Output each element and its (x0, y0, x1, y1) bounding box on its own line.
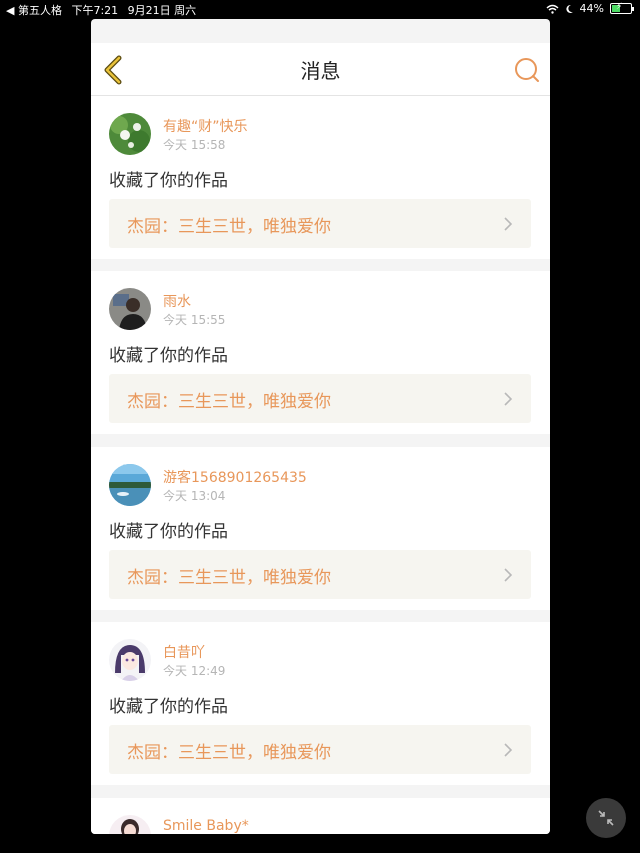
message-card[interactable]: 有趣“财”快乐 今天 15:58 收藏了你的作品 杰园：三生三世，唯独爱你 (91, 96, 550, 259)
timestamp: 今天 12:49 (163, 664, 226, 678)
username[interactable]: 白昔吖 (163, 642, 205, 662)
work-title: 杰园：三生三世，唯独爱你 (127, 743, 331, 763)
chevron-right-icon (504, 743, 513, 757)
status-date: 9月21日 周六 (127, 4, 197, 17)
work-title: 杰园：三生三世，唯独爱你 (127, 392, 331, 412)
message-card[interactable]: 雨水 今天 15:55 收藏了你的作品 杰园：三生三世，唯独爱你 (91, 271, 550, 434)
avatar[interactable] (109, 639, 151, 681)
work-link[interactable]: 杰园：三生三世，唯独爱你 (109, 374, 531, 423)
navbar: 消息 (91, 43, 550, 96)
status-bar: ◀ 第五人格 下午7:21 9月21日 周六 44% ⚡ (0, 0, 640, 18)
username[interactable]: 游客1568901265435 (163, 467, 307, 487)
chevron-right-icon (504, 217, 513, 231)
username[interactable]: 雨水 (163, 291, 191, 311)
status-time: 下午7:21 (71, 4, 119, 17)
message-card[interactable]: 游客1568901265435 今天 13:04 收藏了你的作品 杰园：三生三世… (91, 447, 550, 610)
messages-modal: 消息 有趣“财”快乐 今天 15:58 收藏了你的作品 杰园：三生三世，唯独爱你… (91, 19, 550, 834)
moon-icon (565, 4, 573, 13)
avatar[interactable] (109, 464, 151, 506)
username[interactable]: Smile Baby* (163, 818, 249, 834)
avatar[interactable] (109, 113, 151, 155)
battery-icon: ⚡ (610, 2, 634, 14)
timestamp: 今天 13:04 (163, 489, 226, 503)
action-text: 收藏了你的作品 (109, 346, 228, 366)
battery-percent: 44% (579, 2, 604, 15)
action-text: 收藏了你的作品 (109, 171, 228, 191)
avatar[interactable] (109, 815, 151, 834)
chevron-right-icon (504, 392, 513, 406)
message-card[interactable]: Smile Baby* (91, 798, 550, 834)
back-to-app-link[interactable]: ◀ 第五人格 (6, 4, 62, 17)
work-link[interactable]: 杰园：三生三世，唯独爱你 (109, 725, 531, 774)
avatar[interactable] (109, 288, 151, 330)
timestamp: 今天 15:58 (163, 138, 226, 152)
work-title: 杰园：三生三世，唯独爱你 (127, 217, 331, 237)
timestamp: 今天 15:55 (163, 313, 226, 327)
search-icon[interactable] (514, 57, 540, 83)
username[interactable]: 有趣“财”快乐 (163, 116, 248, 136)
collapse-button[interactable] (586, 798, 626, 838)
collapse-icon (598, 810, 614, 826)
message-card[interactable]: 白昔吖 今天 12:49 收藏了你的作品 杰园：三生三世，唯独爱你 (91, 622, 550, 785)
work-link[interactable]: 杰园：三生三世，唯独爱你 (109, 199, 531, 248)
action-text: 收藏了你的作品 (109, 697, 228, 717)
page-title: 消息 (300, 59, 341, 83)
wifi-icon (546, 4, 559, 14)
work-link[interactable]: 杰园：三生三世，唯独爱你 (109, 550, 531, 599)
work-title: 杰园：三生三世，唯独爱你 (127, 568, 331, 588)
chevron-right-icon (504, 568, 513, 582)
action-text: 收藏了你的作品 (109, 522, 228, 542)
